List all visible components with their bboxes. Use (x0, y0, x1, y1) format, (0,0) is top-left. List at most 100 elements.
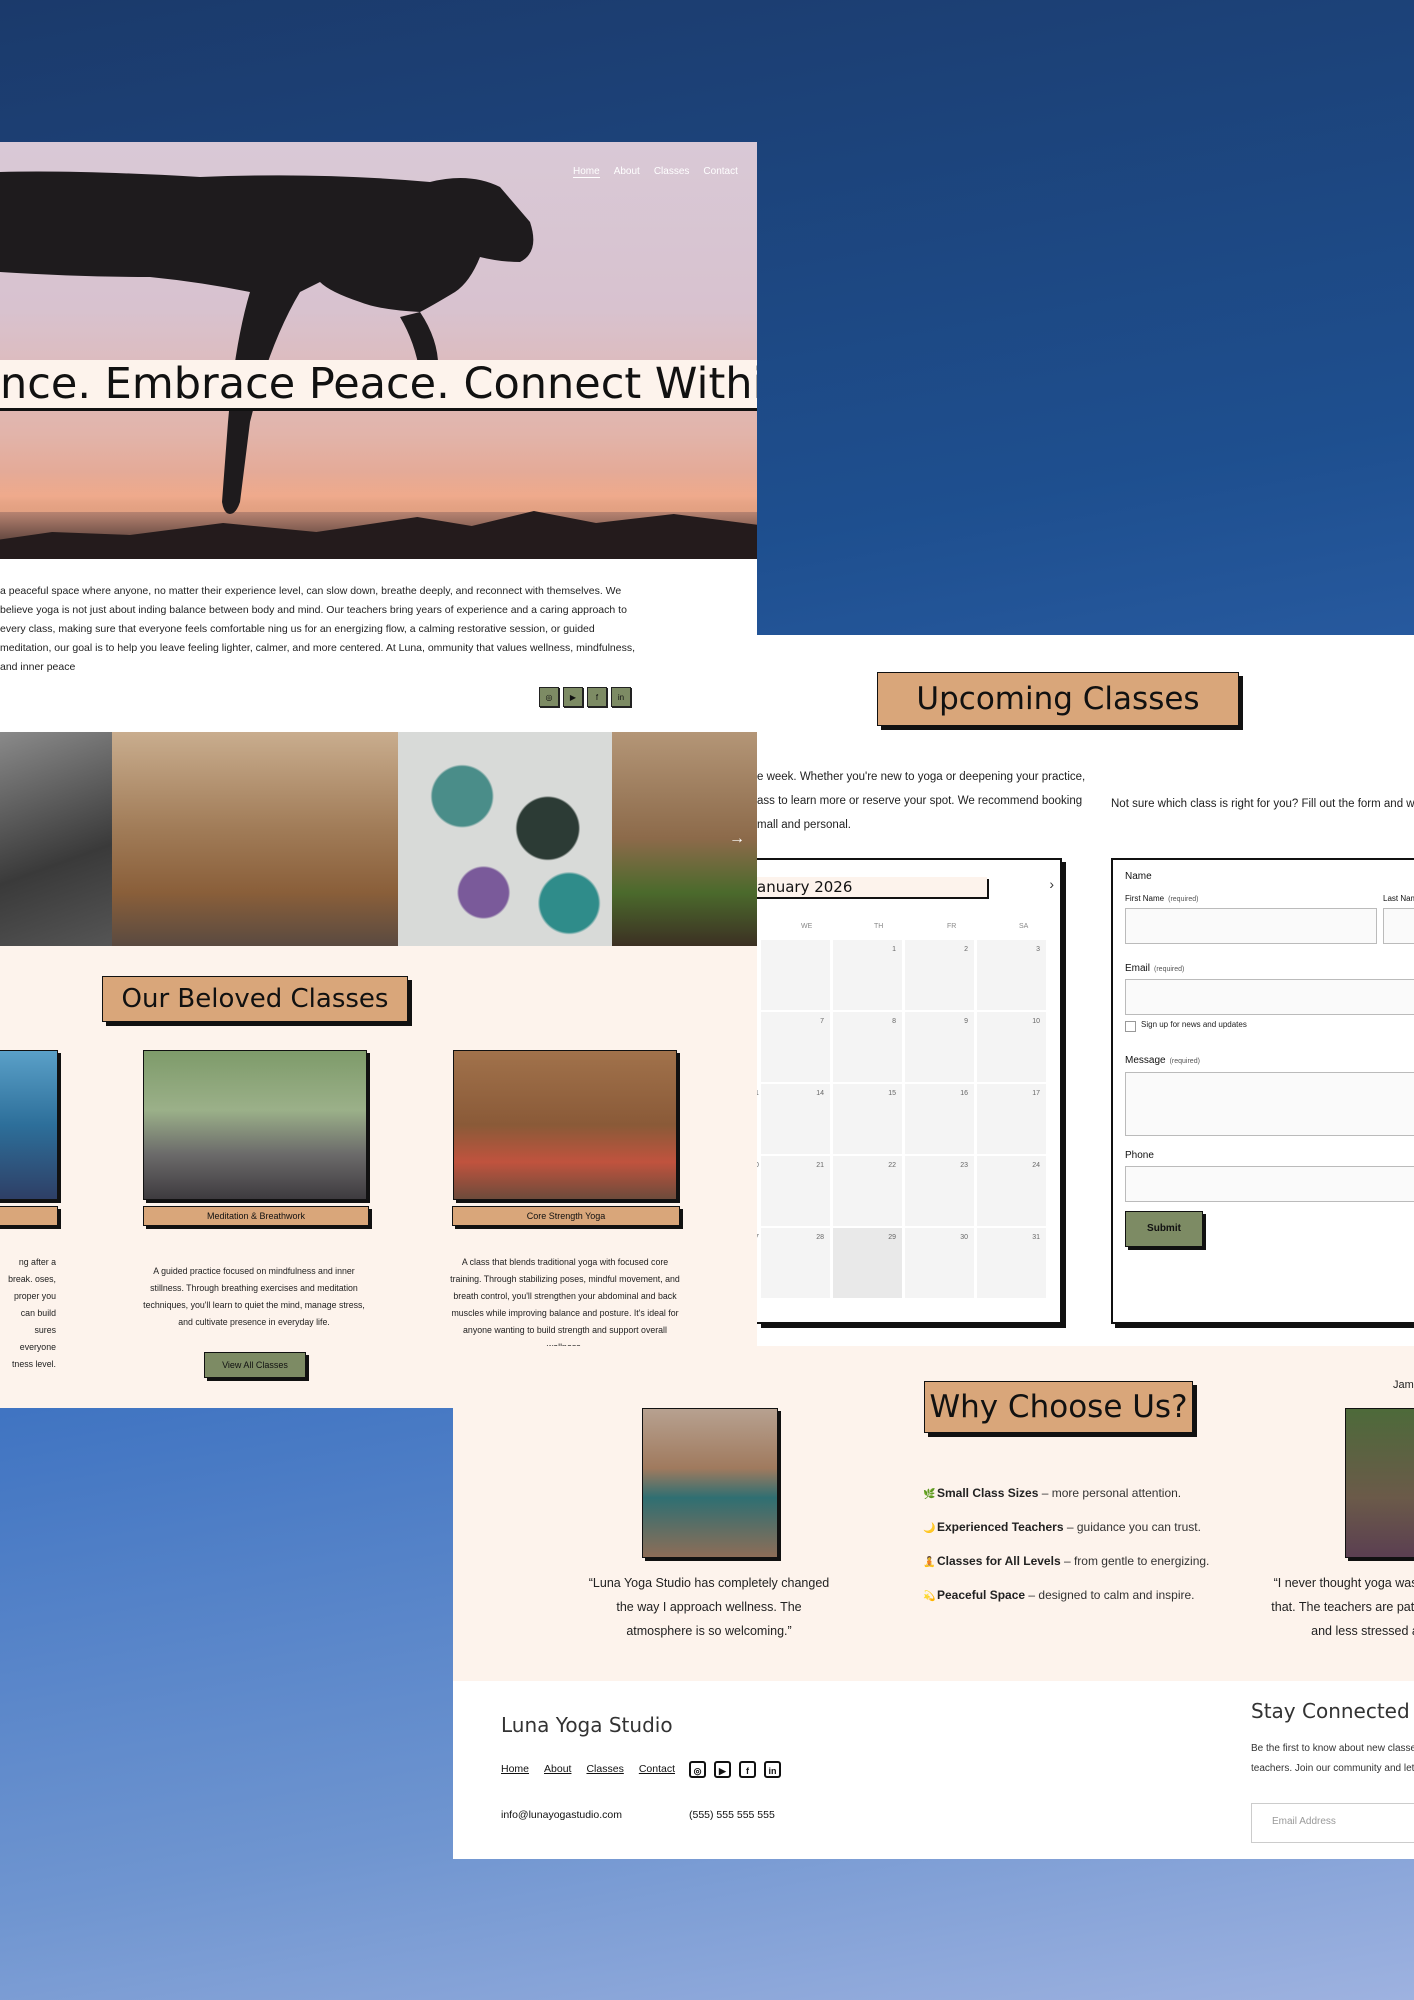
linkedin-icon[interactable]: in (764, 1761, 781, 1778)
footer-phone[interactable]: (555) 555 555 555 (689, 1809, 775, 1821)
calendar-day[interactable]: 31 (977, 1228, 1046, 1298)
submit-button[interactable]: Submit (1125, 1211, 1203, 1247)
class-caption-meditation: Meditation & Breathwork (143, 1206, 369, 1226)
calendar-day-stub: 7 (757, 1234, 759, 1241)
calendar-day[interactable] (761, 940, 830, 1010)
upcoming-intro-text: e week. Whether you're new to yoga or de… (757, 771, 1086, 831)
testimonial-author: Jame (1393, 1379, 1414, 1391)
calendar-day[interactable]: 24 (977, 1156, 1046, 1226)
last-name-label: Last Name (1383, 894, 1414, 903)
calendar-day[interactable]: 1 (833, 940, 902, 1010)
newsletter-checkbox-label: Sign up for news and updates (1141, 1020, 1247, 1029)
moon-icon: 🌙 (923, 1523, 936, 1534)
calendar-day[interactable]: 3 (977, 940, 1046, 1010)
class-description-core-strength: A class that blends traditional yoga wit… (450, 1257, 680, 1352)
instagram-icon[interactable]: ◎ (689, 1761, 706, 1778)
calendar-day[interactable]: 30 (905, 1228, 974, 1298)
calendar-month-label: anuary 2026 (757, 877, 987, 897)
message-label: Message (required) (1125, 1055, 1200, 1066)
testimonial-photo-2 (1345, 1408, 1414, 1558)
testimonial-quote: “Luna Yoga Studio has completely changed… (588, 1576, 830, 1638)
sparkle-icon: 💫 (923, 1591, 936, 1602)
nav-contact[interactable]: Contact (703, 166, 737, 178)
calendar-day[interactable]: 23 (905, 1156, 974, 1226)
youtube-icon[interactable]: ▶ (714, 1761, 731, 1778)
nav-home[interactable]: Home (573, 166, 600, 178)
name-label: Name (1125, 871, 1152, 882)
newsletter-email-input[interactable]: Email Address (1251, 1803, 1414, 1843)
testimonial-photo (642, 1408, 778, 1558)
gallery-next-arrow-icon[interactable]: → (729, 830, 745, 848)
gallery-image-studio (0, 732, 112, 946)
classes-section-title: Our Beloved Classes (102, 976, 408, 1022)
footer-nav: Home About Classes Contact (501, 1763, 675, 1775)
calendar-day[interactable]: 16 (905, 1084, 974, 1154)
upcoming-classes-title: Upcoming Classes (877, 672, 1239, 726)
calendar-day[interactable]: 14 (761, 1084, 830, 1154)
calendar-day[interactable]: 2 (905, 940, 974, 1010)
main-nav: Home About Classes Contact (573, 166, 738, 178)
gallery-image-class (112, 732, 398, 946)
calendar-day-stub: 1 (757, 1090, 759, 1097)
feature-small-class-sizes: 🌿 Small Class Sizes – more personal atten… (923, 1486, 1182, 1500)
calendar-next-icon[interactable]: › (1049, 876, 1054, 892)
calendar-day[interactable]: 7 (761, 1012, 830, 1082)
why-choose-us-panel: Why Choose Us? “Luna Yoga Studio has com… (453, 1346, 1414, 1859)
calendar-day[interactable]: 22 (833, 1156, 902, 1226)
calendar-day[interactable]: 29 (833, 1228, 902, 1298)
instagram-icon[interactable]: ◎ (539, 687, 559, 707)
youtube-icon[interactable]: ▶ (563, 687, 583, 707)
class-caption (0, 1206, 58, 1226)
newsletter-text: Be the first to know about new classes, … (1251, 1743, 1414, 1774)
social-links: ◎ ▶ f in (539, 687, 631, 707)
newsletter-title: Stay Connected w (1251, 1699, 1414, 1723)
view-all-classes-button[interactable]: View All Classes (204, 1352, 306, 1378)
calendar-day[interactable]: 21 (761, 1156, 830, 1226)
email-input[interactable] (1125, 979, 1414, 1015)
nav-about[interactable]: About (614, 166, 640, 178)
calendar-day[interactable]: 28 (761, 1228, 830, 1298)
message-textarea[interactable] (1125, 1072, 1414, 1136)
upcoming-classes-panel: Upcoming Classes e week. Whether you're … (757, 635, 1414, 1346)
yoga-silhouette-image (0, 171, 534, 515)
why-choose-us-title: Why Choose Us? (924, 1381, 1193, 1433)
intro-text: a peaceful space where anyone, no matter… (0, 585, 636, 673)
footer-nav-classes[interactable]: Classes (586, 1763, 623, 1775)
class-description: ng after a break. oses, proper you can b… (8, 1257, 56, 1369)
calendar-day[interactable]: 17 (977, 1084, 1046, 1154)
site-footer: Luna Yoga Studio Home About Classes Cont… (453, 1681, 1414, 1859)
newsletter-email-placeholder: Email Address (1272, 1816, 1336, 1827)
last-name-input[interactable] (1383, 908, 1414, 944)
testimonial-quote-2: “I never thought yoga was for me that. T… (1271, 1576, 1414, 1638)
newsletter-checkbox[interactable] (1125, 1021, 1136, 1032)
calendar-day[interactable]: 9 (905, 1012, 974, 1082)
contact-form: Name First Name(required) Last Name Emai… (1111, 858, 1414, 1324)
hero-banner: Home About Classes Contact nce. Embrace … (0, 142, 757, 559)
phone-label: Phone (1125, 1150, 1154, 1161)
facebook-icon[interactable]: f (739, 1761, 756, 1778)
facebook-icon[interactable]: f (587, 687, 607, 707)
class-image-meditation (143, 1050, 367, 1200)
feature-peaceful-space: 💫 Peaceful Space – designed to calm and i… (923, 1588, 1195, 1602)
footer-nav-contact[interactable]: Contact (639, 1763, 675, 1775)
footer-nav-home[interactable]: Home (501, 1763, 529, 1775)
form-intro-text: Not sure which class is right for you? F… (1111, 798, 1414, 810)
feature-all-levels: 🧘 Classes for All Levels – from gentle to… (923, 1554, 1210, 1568)
linkedin-icon[interactable]: in (611, 687, 631, 707)
calendar-day[interactable]: 8 (833, 1012, 902, 1082)
footer-email[interactable]: info@lunayogastudio.com (501, 1809, 622, 1821)
class-image-core-strength (453, 1050, 677, 1200)
phone-input[interactable] (1125, 1166, 1414, 1202)
first-name-label: First Name (required) (1125, 894, 1199, 903)
class-image (0, 1050, 58, 1200)
footer-brand: Luna Yoga Studio (501, 1713, 673, 1737)
calendar-day[interactable]: 10 (977, 1012, 1046, 1082)
footer-nav-about[interactable]: About (544, 1763, 571, 1775)
class-caption-core-strength: Core Strength Yoga (452, 1206, 680, 1226)
first-name-input[interactable] (1125, 908, 1377, 944)
hero-title: nce. Embrace Peace. Connect Within. (0, 360, 757, 408)
class-calendar: anuary 2026 › WE TH FR SA 1 2 3 7 8 9 10 14 15 16… (757, 858, 1062, 1324)
nav-classes[interactable]: Classes (654, 166, 690, 178)
email-label: Email (required) (1125, 963, 1185, 974)
calendar-day[interactable]: 15 (833, 1084, 902, 1154)
